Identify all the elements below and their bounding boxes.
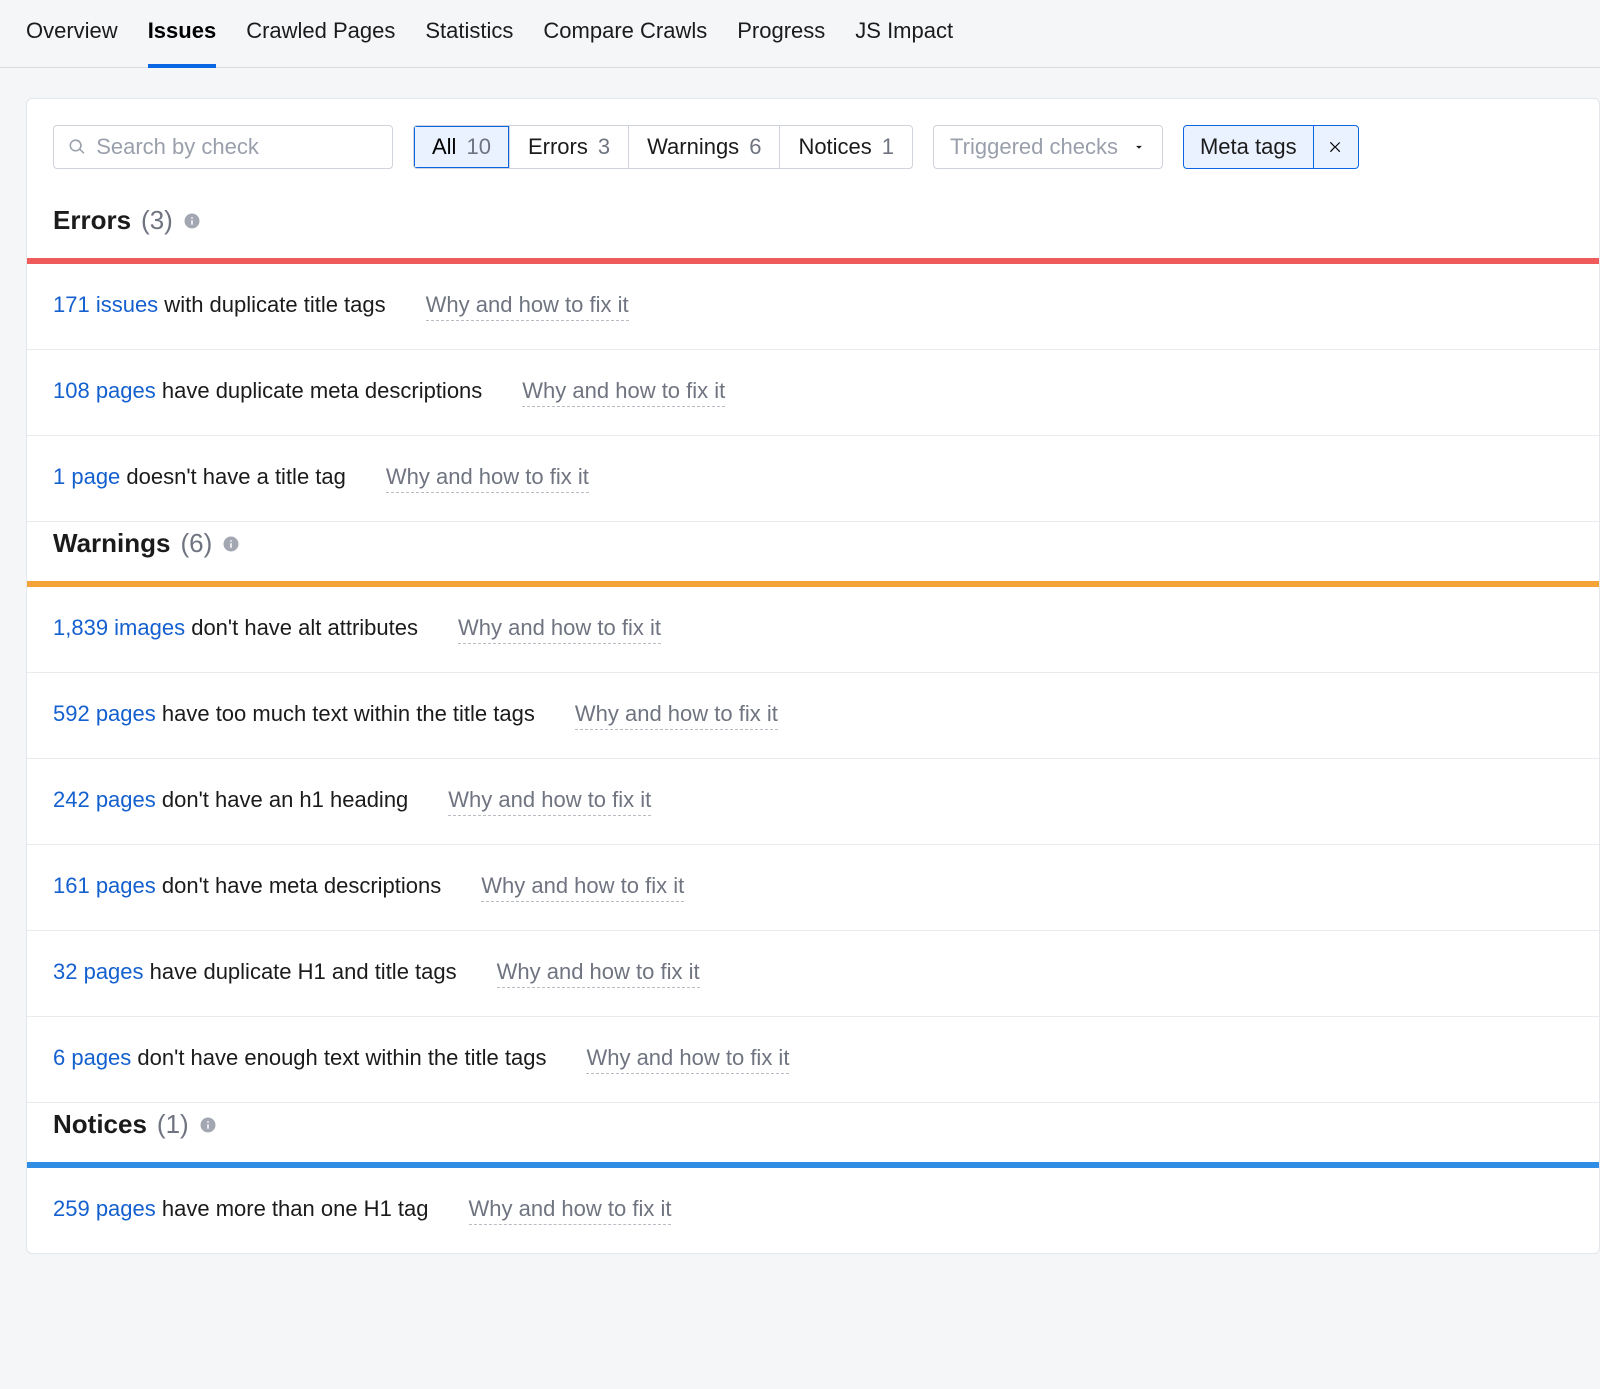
filter-label: Errors [528,134,588,160]
chevron-down-icon [1132,140,1146,154]
filter-notices[interactable]: Notices 1 [780,126,912,168]
issue-row: 161 pages don't have meta descriptions Wh… [27,845,1599,931]
issue-suffix: don't have meta descriptions [156,873,441,898]
tab-issues[interactable]: Issues [148,18,217,68]
filter-count: 10 [466,134,490,160]
issue-suffix: have too much text within the title tags [156,701,535,726]
section-count: (1) [157,1109,189,1140]
issue-link[interactable]: 32 pages [53,959,144,984]
section-count: (3) [141,205,173,236]
issue-row: 1,839 images don't have alt attributes Wh… [27,587,1599,673]
issue-suffix: don't have alt attributes [185,615,418,640]
tab-crawled-pages[interactable]: Crawled Pages [246,18,395,68]
why-fix-link[interactable]: Why and how to fix it [458,615,661,644]
issue-text: 1 page doesn't have a title tag [53,464,346,490]
issue-link[interactable]: 6 pages [53,1045,131,1070]
issue-suffix: have duplicate meta descriptions [156,378,483,403]
chip-label: Meta tags [1184,126,1313,168]
issue-text: 242 pages don't have an h1 heading [53,787,408,813]
filter-errors[interactable]: Errors 3 [510,126,629,168]
issue-link[interactable]: 242 pages [53,787,156,812]
why-fix-link[interactable]: Why and how to fix it [575,701,778,730]
issue-row: 259 pages have more than one H1 tag Why a… [27,1168,1599,1253]
filter-label: Warnings [647,134,739,160]
filter-count: 1 [882,134,894,160]
section-head-warnings: Warnings (6) [27,522,1599,581]
issue-text: 259 pages have more than one H1 tag [53,1196,429,1222]
info-icon[interactable] [222,535,240,553]
issue-link[interactable]: 161 pages [53,873,156,898]
tab-js-impact[interactable]: JS Impact [855,18,953,68]
issue-link[interactable]: 1 page [53,464,120,489]
issue-link[interactable]: 592 pages [53,701,156,726]
tab-progress[interactable]: Progress [737,18,825,68]
tab-statistics[interactable]: Statistics [425,18,513,68]
search-icon [68,137,86,157]
tab-overview[interactable]: Overview [26,18,118,68]
issue-link[interactable]: 108 pages [53,378,156,403]
info-icon[interactable] [183,212,201,230]
issues-card: All 10 Errors 3 Warnings 6 Notices 1 Triggered … [26,98,1600,1254]
why-fix-link[interactable]: Why and how to fix it [522,378,725,407]
why-fix-link[interactable]: Why and how to fix it [386,464,589,493]
filter-group: All 10 Errors 3 Warnings 6 Notices 1 [413,125,913,169]
issue-text: 592 pages have too much text within the … [53,701,535,727]
top-tabs: Overview Issues Crawled Pages Statistics Com… [0,0,1600,68]
issue-text: 171 issues with duplicate title tags [53,292,386,318]
chip-meta-tags: Meta tags [1183,125,1359,169]
issue-row: 6 pages don't have enough text within th… [27,1017,1599,1103]
filter-warnings[interactable]: Warnings 6 [629,126,780,168]
issue-link[interactable]: 171 issues [53,292,158,317]
issue-suffix: have more than one H1 tag [156,1196,429,1221]
filter-all[interactable]: All 10 [414,126,510,168]
issue-suffix: have duplicate H1 and title tags [144,959,457,984]
search-wrap[interactable] [53,125,393,169]
filter-label: All [432,134,456,160]
toolbar: All 10 Errors 3 Warnings 6 Notices 1 Triggered … [27,99,1599,199]
search-input[interactable] [96,134,378,160]
why-fix-link[interactable]: Why and how to fix it [481,873,684,902]
issue-row: 592 pages have too much text within the … [27,673,1599,759]
issue-text: 161 pages don't have meta descriptions [53,873,441,899]
filter-count: 3 [598,134,610,160]
dropdown-label: Triggered checks [950,134,1118,160]
issue-row: 1 page doesn't have a title tag Why and h… [27,436,1599,522]
section-head-errors: Errors (3) [27,199,1599,258]
issue-suffix: with duplicate title tags [158,292,385,317]
issue-text: 1,839 images don't have alt attributes [53,615,418,641]
issue-suffix: don't have an h1 heading [156,787,409,812]
issue-suffix: doesn't have a title tag [120,464,346,489]
issue-row: 32 pages have duplicate H1 and title tag… [27,931,1599,1017]
issue-row: 171 issues with duplicate title tags Why … [27,264,1599,350]
triggered-checks-dropdown[interactable]: Triggered checks [933,125,1163,169]
why-fix-link[interactable]: Why and how to fix it [586,1045,789,1074]
issue-text: 32 pages have duplicate H1 and title tag… [53,959,457,985]
chip-remove[interactable] [1313,126,1358,168]
filter-label: Notices [798,134,871,160]
why-fix-link[interactable]: Why and how to fix it [448,787,651,816]
section-title: Errors [53,205,131,236]
issue-link[interactable]: 259 pages [53,1196,156,1221]
issue-row: 242 pages don't have an h1 heading Why an… [27,759,1599,845]
why-fix-link[interactable]: Why and how to fix it [426,292,629,321]
filter-count: 6 [749,134,761,160]
issue-text: 108 pages have duplicate meta descriptio… [53,378,482,404]
close-icon [1328,139,1344,155]
issue-row: 108 pages have duplicate meta descriptio… [27,350,1599,436]
why-fix-link[interactable]: Why and how to fix it [497,959,700,988]
info-icon[interactable] [199,1116,217,1134]
section-head-notices: Notices (1) [27,1103,1599,1162]
section-title: Notices [53,1109,147,1140]
section-count: (6) [180,528,212,559]
issue-suffix: don't have enough text within the title … [131,1045,546,1070]
tab-compare-crawls[interactable]: Compare Crawls [543,18,707,68]
section-title: Warnings [53,528,170,559]
why-fix-link[interactable]: Why and how to fix it [469,1196,672,1225]
issue-link[interactable]: 1,839 images [53,615,185,640]
issue-text: 6 pages don't have enough text within th… [53,1045,546,1071]
